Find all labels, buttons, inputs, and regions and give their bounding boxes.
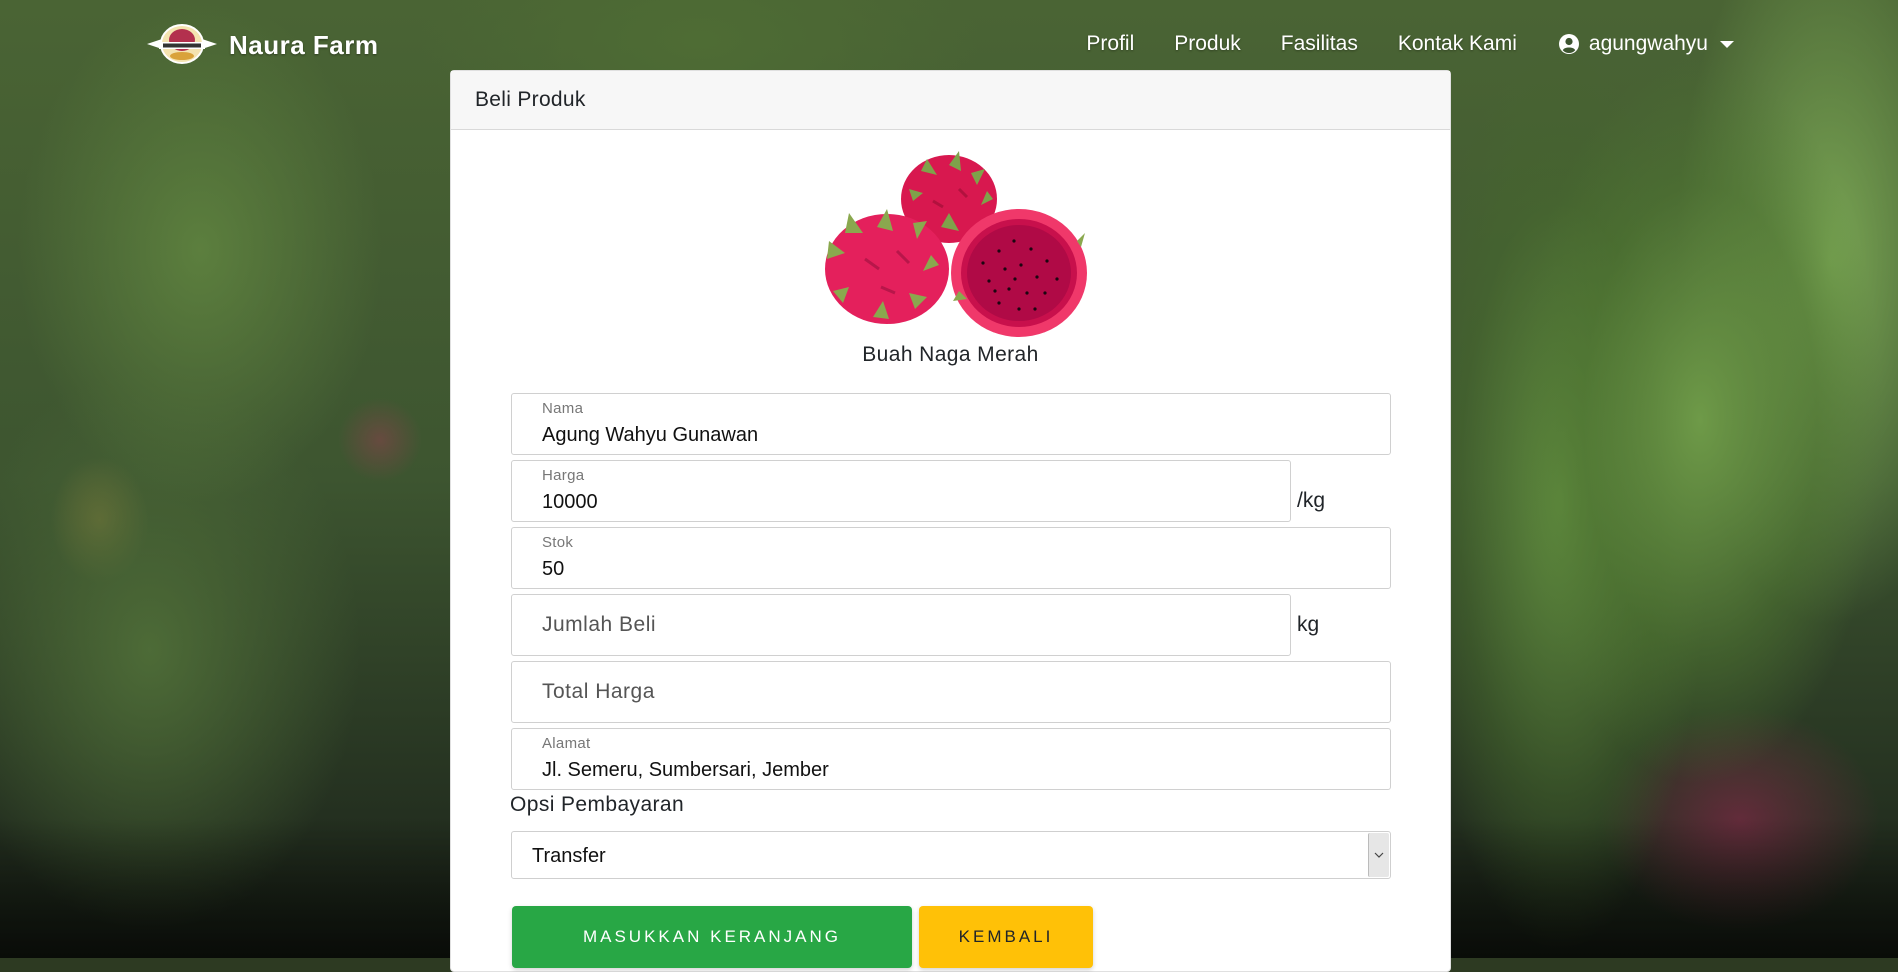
nav-link-fasilitas[interactable]: Fasilitas — [1281, 32, 1358, 56]
nama-field[interactable]: Nama Agung Wahyu Gunawan — [511, 393, 1391, 455]
total-harga-input[interactable]: Total Harga — [511, 661, 1391, 723]
card-header: Beli Produk — [451, 71, 1450, 130]
nav-link-produk[interactable]: Produk — [1174, 32, 1241, 56]
add-to-cart-label: MASUKKAN KERANJANG — [582, 927, 842, 946]
jumlah-unit: kg — [1297, 613, 1320, 636]
nav-link-kontak[interactable]: Kontak Kami — [1398, 32, 1517, 56]
purchase-card: Beli Produk Buah Naga Merah Nama Agung W… — [450, 70, 1451, 972]
alamat-value: Jl. Semeru, Sumbersari, Jember — [542, 759, 829, 781]
jumlah-beli-placeholder: Jumlah Beli — [542, 613, 657, 636]
back-button[interactable]: KEMBALI — [919, 906, 1093, 968]
brand-logo-icon — [147, 24, 217, 64]
harga-unit: /kg — [1297, 489, 1326, 512]
payment-select-value: Transfer — [532, 845, 606, 867]
stok-label: Stok — [542, 534, 574, 551]
user-dropdown[interactable]: agungwahyu — [1558, 32, 1734, 56]
nav-links: Profil Produk Fasilitas Kontak Kami agun… — [1046, 32, 1734, 56]
alamat-label: Alamat — [542, 735, 591, 752]
nama-value: Agung Wahyu Gunawan — [542, 424, 759, 446]
stok-field[interactable]: Stok 50 — [511, 527, 1391, 589]
select-arrow-button[interactable] — [1368, 833, 1389, 877]
add-to-cart-button[interactable]: MASUKKAN KERANJANG — [512, 906, 912, 968]
payment-select[interactable]: Transfer — [511, 831, 1391, 879]
harga-value: 10000 — [542, 491, 598, 513]
card-title: Beli Produk — [475, 88, 586, 111]
total-harga-placeholder: Total Harga — [542, 680, 655, 703]
stok-value: 50 — [542, 558, 565, 580]
product-name: Buah Naga Merah — [862, 343, 1039, 366]
user-name: agungwahyu — [1588, 32, 1708, 55]
harga-field[interactable]: Harga 10000 — [511, 460, 1291, 522]
brand[interactable]: Naura Farm — [145, 22, 379, 68]
user-circle-icon — [1558, 34, 1579, 54]
nav-link-profil[interactable]: Profil — [1086, 32, 1134, 56]
nama-label: Nama — [542, 400, 584, 417]
jumlah-beli-input[interactable]: Jumlah Beli — [511, 594, 1291, 656]
opsi-pembayaran-label: Opsi Pembayaran — [510, 793, 685, 816]
harga-label: Harga — [542, 467, 585, 484]
chevron-down-icon — [1374, 852, 1384, 858]
alamat-field[interactable]: Alamat Jl. Semeru, Sumbersari, Jember — [511, 728, 1391, 790]
back-label: KEMBALI — [958, 927, 1054, 946]
dragon-fruit-image — [825, 151, 1087, 337]
brand-name: Naura Farm — [229, 29, 379, 60]
chevron-down-icon — [1720, 40, 1734, 48]
